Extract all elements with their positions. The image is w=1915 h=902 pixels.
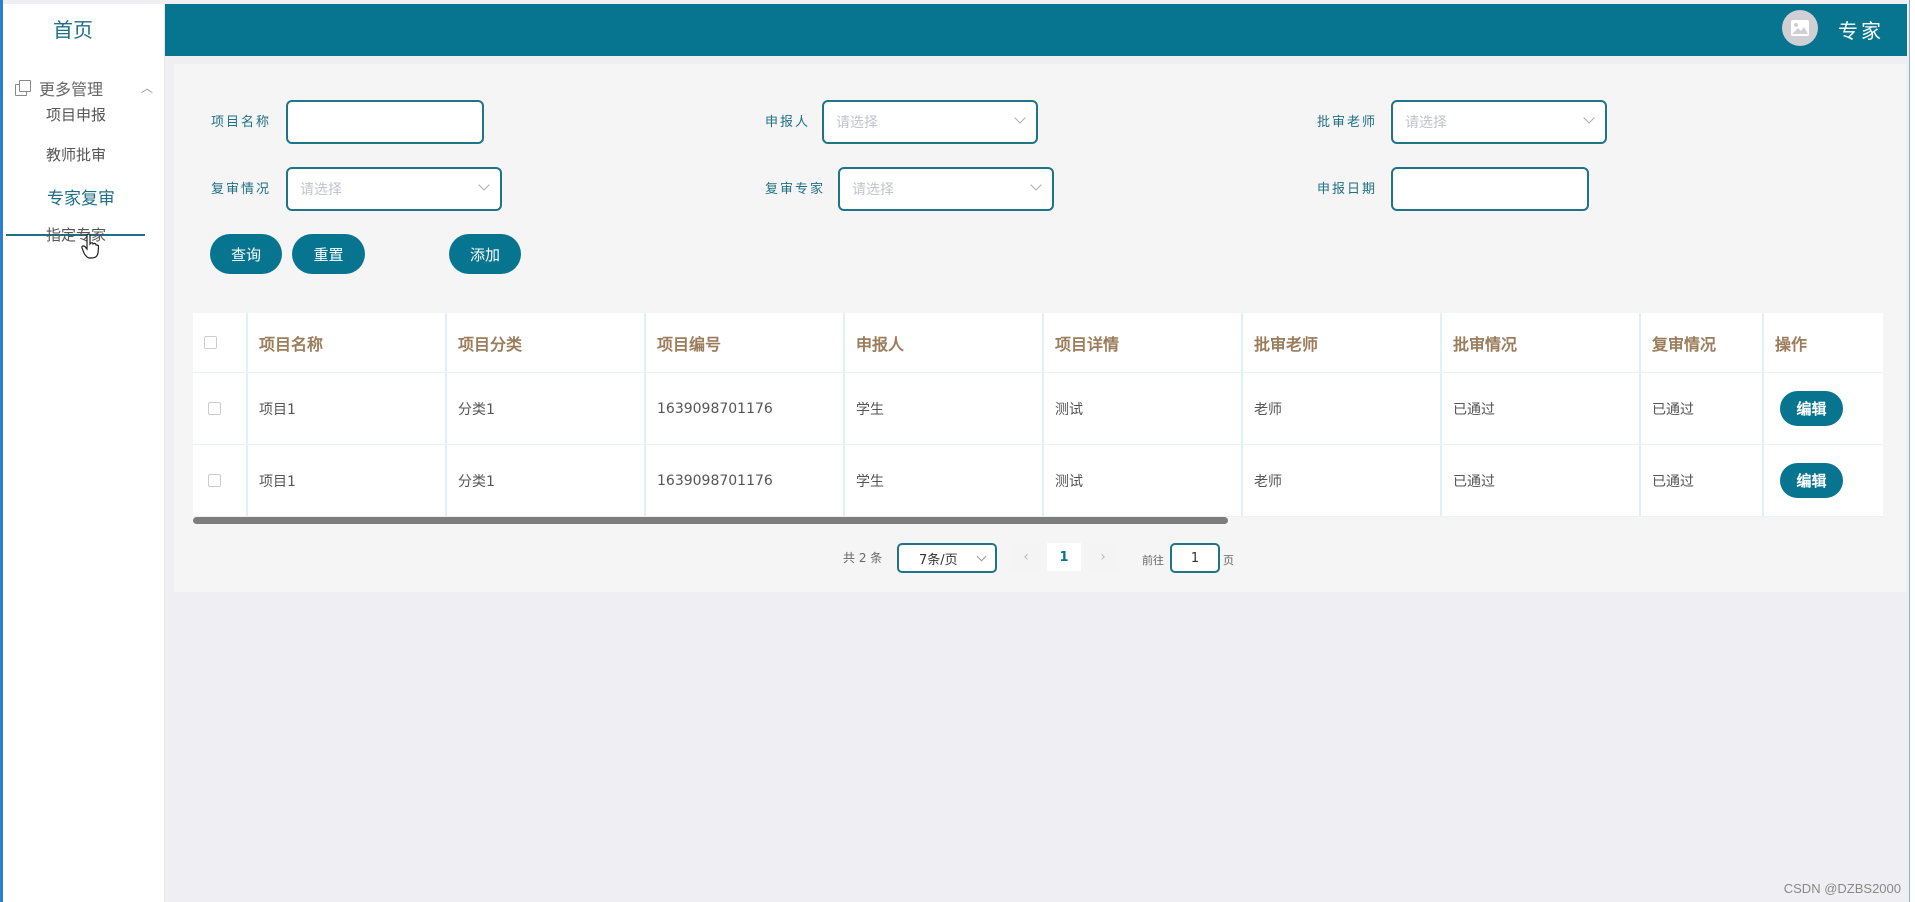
- chevron-down-icon: [1030, 179, 1042, 191]
- review-status-select[interactable]: 请选择: [286, 167, 502, 211]
- date-input[interactable]: [1391, 167, 1589, 211]
- table-row: 项目1 分类1 1639098701176 学生 测试 老师 已通过 已通过 编…: [193, 445, 1883, 517]
- chevron-down-icon: [478, 179, 490, 191]
- cell-teacher: 老师: [1243, 373, 1442, 444]
- applicant-label: 申报人: [765, 115, 811, 130]
- review-expert-placeholder: 请选择: [852, 182, 894, 198]
- pagination-total: 共 2 条: [843, 551, 883, 565]
- header-cell[interactable]: 项目名称: [248, 313, 447, 372]
- cell-category: 分类1: [447, 445, 646, 516]
- page-suffix-label: 页: [1223, 554, 1234, 567]
- review-expert-select[interactable]: 请选择: [838, 167, 1054, 211]
- sidebar-home-link[interactable]: 首页: [3, 14, 143, 43]
- cell-review-status: 已通过: [1641, 445, 1764, 516]
- sidebar-group-more-management[interactable]: 更多管理 ︿: [15, 76, 155, 100]
- cell-applicant: 学生: [845, 373, 1044, 444]
- goto-label: 前往: [1142, 554, 1164, 567]
- review-status-placeholder: 请选择: [300, 182, 342, 198]
- user-name[interactable]: 专家: [1838, 15, 1884, 44]
- cell-project-name: 项目1: [248, 445, 447, 516]
- cell-applicant: 学生: [845, 445, 1044, 516]
- cell-review-status: 已通过: [1641, 373, 1764, 444]
- approver-select[interactable]: 请选择: [1391, 100, 1607, 144]
- cell-actions: 编辑: [1764, 373, 1883, 444]
- cell-detail: 测试: [1044, 445, 1243, 516]
- user-avatar[interactable]: [1782, 10, 1818, 46]
- chevron-down-icon: [1014, 112, 1026, 124]
- cell-detail: 测试: [1044, 373, 1243, 444]
- page-size-select[interactable]: 7条/页: [897, 543, 997, 573]
- table-horizontal-scrollbar[interactable]: [193, 517, 1228, 524]
- edit-button[interactable]: 编辑: [1780, 463, 1843, 498]
- approver-placeholder: 请选择: [1405, 115, 1447, 131]
- chevron-down-icon: [976, 551, 987, 562]
- project-name-input[interactable]: [286, 100, 484, 144]
- sidebar-item-project-apply[interactable]: 项目申报: [46, 104, 106, 125]
- approver-label: 批审老师: [1317, 115, 1378, 130]
- cell-approval-status: 已通过: [1442, 445, 1641, 516]
- select-all-checkbox[interactable]: [204, 336, 217, 349]
- header-cell: 操作: [1775, 334, 1808, 354]
- sidebar-item-teacher-review[interactable]: 教师批审: [46, 144, 106, 165]
- hand-cursor-icon: [81, 233, 99, 259]
- header-cell[interactable]: 项目编号: [646, 313, 845, 372]
- cell-project-name: 项目1: [248, 373, 447, 444]
- prev-page-button[interactable]: ‹: [1011, 543, 1041, 571]
- cell-actions: 编辑: [1764, 445, 1883, 516]
- review-expert-label: 复审专家: [765, 182, 826, 197]
- header-cell[interactable]: 批审情况: [1442, 313, 1641, 372]
- row-checkbox-cell: [193, 373, 248, 444]
- current-page-number[interactable]: 1: [1047, 543, 1081, 571]
- add-button[interactable]: 添加: [449, 234, 521, 274]
- cell-approval-status: 已通过: [1442, 373, 1641, 444]
- top-bar: [165, 4, 1907, 56]
- header-cell[interactable]: 项目详情: [1044, 313, 1243, 372]
- window-right-edge: [1909, 0, 1915, 902]
- query-button[interactable]: 查询: [210, 234, 282, 274]
- applicant-select[interactable]: 请选择: [822, 100, 1038, 144]
- next-page-button[interactable]: ›: [1088, 543, 1118, 571]
- sidebar-item-expert-review[interactable]: 专家复审: [47, 184, 115, 209]
- copy-icon: [15, 80, 31, 96]
- header-cell[interactable]: 复审情况: [1641, 313, 1764, 372]
- table-row: 项目1 分类1 1639098701176 学生 测试 老师 已通过 已通过 编…: [193, 373, 1883, 445]
- chevron-up-icon: ︿: [140, 81, 153, 95]
- row-checkbox[interactable]: [208, 402, 221, 415]
- cell-category: 分类1: [447, 373, 646, 444]
- header-cell[interactable]: 批审老师: [1243, 313, 1442, 372]
- goto-page-input[interactable]: 1: [1170, 543, 1220, 573]
- header-cell[interactable]: 申报人: [845, 313, 1044, 372]
- edit-button[interactable]: 编辑: [1780, 391, 1843, 426]
- cell-teacher: 老师: [1243, 445, 1442, 516]
- row-checkbox[interactable]: [208, 474, 221, 487]
- review-status-label: 复审情况: [211, 182, 272, 197]
- sidebar: 首页 更多管理 ︿ 项目申报 教师批审 专家复审 指定专家: [3, 4, 165, 902]
- cell-number: 1639098701176: [646, 445, 845, 516]
- header-cell[interactable]: 项目分类: [447, 313, 646, 372]
- cell-number: 1639098701176: [646, 373, 845, 444]
- project-table: 项目名称 项目分类 项目编号 申报人 项目详情 批审老师 批审情况 复审情况 操…: [193, 313, 1883, 517]
- applicant-placeholder: 请选择: [836, 115, 878, 131]
- project-name-label: 项目名称: [211, 115, 272, 130]
- watermark: CSDN @DZBS2000: [1783, 881, 1901, 896]
- reset-button[interactable]: 重置: [292, 234, 365, 274]
- date-label: 申报日期: [1317, 182, 1378, 197]
- header-checkbox-cell: [193, 313, 248, 372]
- page-size-value: 7条/页: [919, 552, 958, 568]
- chevron-down-icon: [1583, 112, 1595, 124]
- sidebar-group-label: 更多管理: [39, 80, 104, 99]
- image-icon: [1791, 20, 1809, 36]
- table-header-row: 项目名称 项目分类 项目编号 申报人 项目详情 批审老师 批审情况 复审情况 操…: [193, 313, 1883, 373]
- row-checkbox-cell: [193, 445, 248, 516]
